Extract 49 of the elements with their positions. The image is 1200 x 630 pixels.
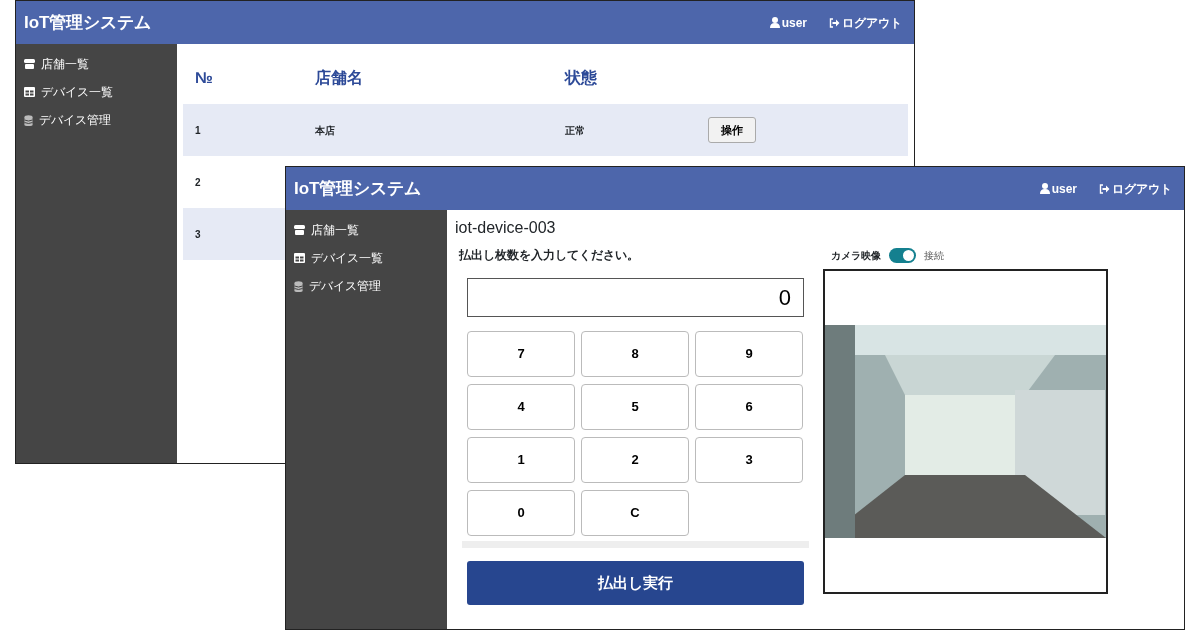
sidebar-item[interactable]: デバイス一覧 [16,78,177,106]
keypad-key[interactable]: 0 [467,490,575,536]
keypad-key[interactable]: 9 [695,331,803,377]
table-icon [294,253,305,263]
app-title: IoT管理システム [24,11,152,34]
camera-toggle[interactable] [889,248,916,263]
keypad-key[interactable]: 8 [581,331,689,377]
table-icon [24,87,35,97]
keypad-key[interactable]: 4 [467,384,575,430]
column-header: № [194,68,214,88]
user-link[interactable]: user [1039,179,1077,198]
sidebar-item[interactable]: デバイス一覧 [286,244,447,272]
prompt-text: 払出し枚数を入力してください。 [459,247,640,264]
column-header: 店舗名 [314,68,364,88]
keypad-key[interactable]: 3 [695,437,803,483]
keypad-key[interactable]: C [581,490,689,536]
sidebar-item[interactable]: 店舗一覧 [286,216,447,244]
sidebar-item[interactable]: デバイス管理 [16,106,177,134]
keypad-key[interactable]: 7 [467,331,575,377]
store-icon [24,59,35,69]
keypad-key[interactable]: 1 [467,437,575,483]
logout-icon [1099,183,1110,194]
number-display[interactable]: 0 [467,278,804,317]
toggle-label: 接続 [924,249,944,263]
table-cell: 正常 [565,124,585,136]
app-title: IoT管理システム [294,177,422,200]
table-cell: 本店 [315,124,335,136]
user-icon [769,17,780,28]
execute-button[interactable]: 払出し実行 [467,561,804,605]
keypad-key[interactable]: 5 [581,384,689,430]
device-title: iot-device-003 [455,218,557,238]
camera-label: カメラ映像 [831,249,881,263]
column-header: 状態 [563,68,598,88]
table-cell: 1 [195,124,201,136]
sidebar-item[interactable]: デバイス管理 [286,272,447,300]
table-cell: 2 [195,176,201,188]
logout-icon [829,17,840,28]
table-cell: 3 [195,228,201,240]
database-icon [24,114,33,126]
logout-link[interactable]: ログアウト [829,13,902,32]
user-link[interactable]: user [769,13,807,32]
sidebar-item[interactable]: 店舗一覧 [16,50,177,78]
keypad-key[interactable]: 2 [581,437,689,483]
logout-link[interactable]: ログアウト [1099,179,1172,198]
database-icon [294,280,303,292]
store-icon [294,225,305,235]
user-icon [1039,183,1050,194]
keypad-key[interactable]: 6 [695,384,803,430]
operate-button[interactable]: 操作 [708,116,756,144]
